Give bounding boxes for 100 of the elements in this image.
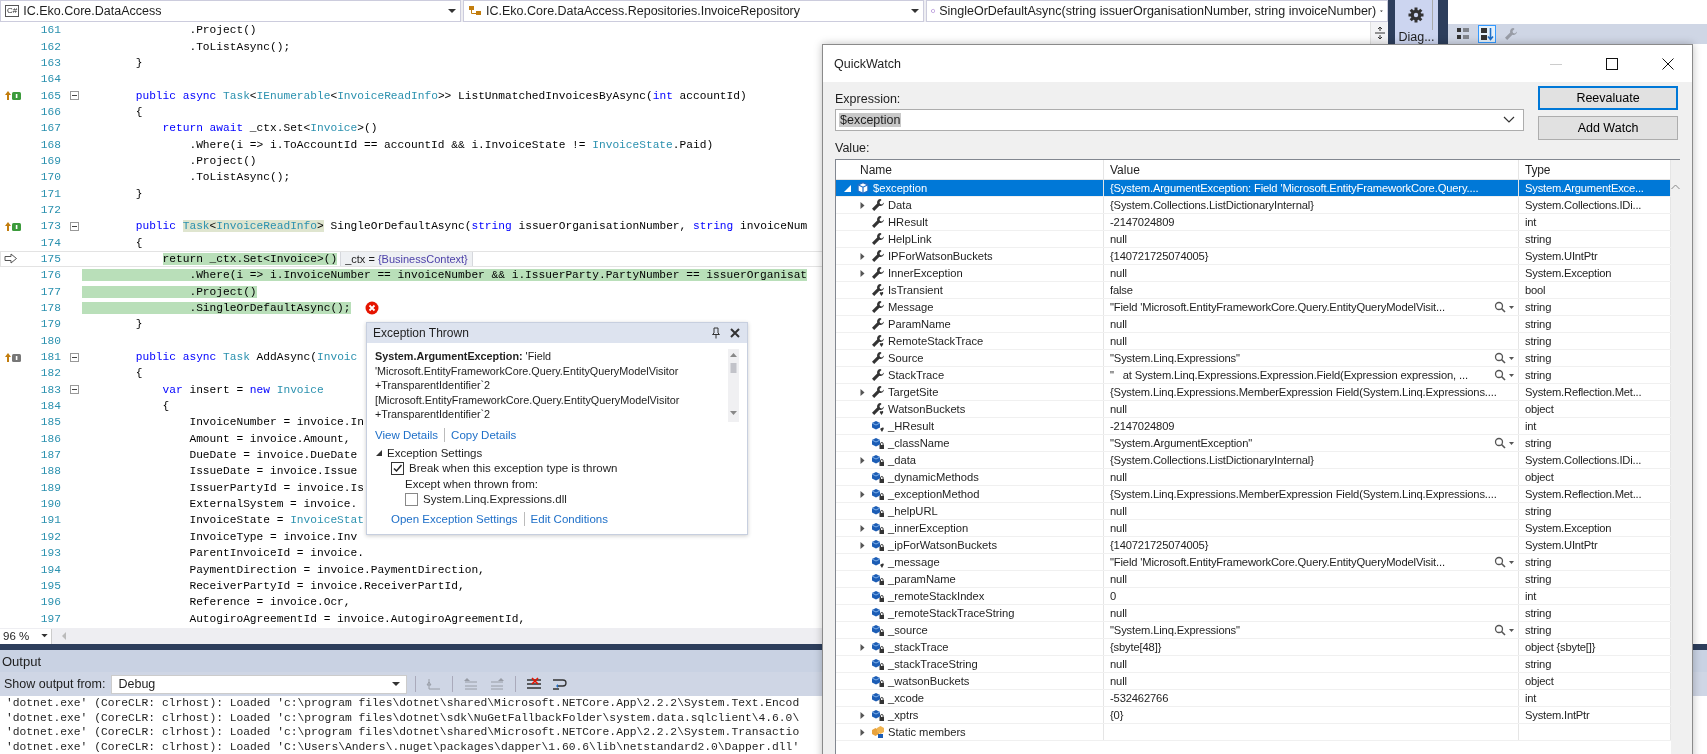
watch-row[interactable]: _exceptionMethod {System.Linq.Expressions.MemberExpression Field(System.Linq.Expressions.... System.Reflection.Met... [836,486,1671,503]
watch-type: object {sbyte[]} [1525,641,1596,653]
dialog-button[interactable]: Add Watch [1538,116,1678,140]
collapse-icon[interactable] [70,385,79,395]
watch-row[interactable]: _dynamicMethods null object [836,469,1671,486]
watch-row[interactable]: _ipForWatsonBuckets {140721725074005} System.UIntPtr [836,537,1671,554]
watch-value: null [1110,471,1128,483]
settings-link[interactable]: Open Exception Settings [391,512,518,525]
column-header[interactable]: Name [836,160,1104,179]
data-tip[interactable]: _ctx = {BusinessContext} [340,251,473,267]
collapse-icon[interactable] [70,221,79,231]
watch-row[interactable]: _remoteStackIndex 0 int [836,588,1671,605]
watch-row[interactable]: Message "Field 'Microsoft.EntityFrameworkCore.Query.EntityQueryModelVisit... string [836,299,1671,316]
collapse-icon[interactable] [70,91,79,101]
expand-icon[interactable] [858,523,867,533]
watch-row[interactable]: _paramName null string [836,571,1671,588]
member-dropdown[interactable]: SingleOrDefaultAsync(string issuerOrganisationNumber, string invoiceNumber) [926,0,1388,22]
watch-row[interactable]: RemoteStackTrace null string [836,333,1671,350]
column-header[interactable]: Value [1104,160,1519,179]
scrollbar[interactable] [1671,160,1680,754]
watch-value: {System.ArgumentException: Field 'Microsoft.EntityFrameworkCore.Query.... [1110,182,1480,194]
arrow-square-icon[interactable] [4,90,22,102]
watch-row[interactable]: _helpURL null string [836,503,1671,520]
maximize-icon[interactable] [1606,57,1618,70]
checkbox-label: System.Linq.Expressions.dll [423,493,567,505]
watch-name: HResult [888,216,928,228]
watch-row[interactable]: ParamName null string [836,316,1671,333]
line-number: 170 [39,171,62,184]
watch-row[interactable]: TargetSite {System.Linq.Expressions.MemberExpression Field(System.Linq.Expressions.... System.Reflection.Met... [836,384,1671,401]
watch-row[interactable]: StackTrace " at System.Linq.Expressions.Expression.Field(Expression expression, ... string [836,367,1671,384]
magnifier-icon[interactable] [1494,556,1516,568]
arrow-square-icon[interactable] [4,351,22,363]
watch-row[interactable]: _className "System.ArgumentException" string [836,435,1671,452]
watch-value: null [1110,573,1128,585]
magnifier-icon[interactable] [1494,352,1516,364]
expand-icon[interactable] [858,710,867,720]
watch-row[interactable]: _message "Field 'Microsoft.EntityFrameworkCore.Query.EntityQueryModelVisit... string [836,554,1671,571]
expanded-icon[interactable] [375,448,383,457]
watch-type: string [1525,505,1552,517]
checkbox[interactable] [405,492,418,506]
magnifier-icon[interactable] [1494,301,1516,313]
magnifier-icon[interactable] [1494,624,1516,636]
watch-row[interactable]: Static members [836,724,1671,741]
pin-icon[interactable] [711,327,721,339]
expand-icon[interactable] [858,489,867,499]
watch-row[interactable]: _HResult -2147024809 int [836,418,1671,435]
magnifier-icon[interactable] [1494,437,1516,449]
watch-row[interactable]: InnerException null System.Exception [836,265,1671,282]
watch-row[interactable]: _data {System.Collections.ListDictionaryInternal} System.Collections.IDi... [836,452,1671,469]
watch-row[interactable]: Source "System.Linq.Expressions" string [836,350,1671,367]
watch-row[interactable]: Data {System.Collections.ListDictionaryInternal} System.Collections.IDi... [836,197,1671,214]
watch-value: "Field 'Microsoft.EntityFrameworkCore.Query.EntityQueryModelVisit... [1110,556,1446,568]
settings-icon[interactable] [1408,7,1424,23]
expand-icon[interactable] [858,455,867,465]
watch-row[interactable]: _source "System.Linq.Expressions" string [836,622,1671,639]
zoom-dropdown[interactable]: 96 % [0,628,52,644]
watch-row[interactable]: WatsonBuckets null object [836,401,1671,418]
arrow-square-icon[interactable] [4,220,22,232]
watch-type: System.IntPtr [1525,709,1590,721]
watch-name: _helpURL [888,505,938,517]
watch-value: -2147024809 [1110,216,1176,228]
details-link[interactable]: Copy Details [451,428,517,441]
watch-row[interactable]: HResult -2147024809 int [836,214,1671,231]
project-dropdown[interactable]: C# IC.Eko.Core.DataAccess [0,0,461,22]
watch-type: System.Exception [1525,522,1612,534]
output-source-dropdown[interactable]: Debug [111,674,408,694]
watch-value: null [1110,233,1128,245]
split-icon[interactable] [1372,26,1387,40]
watch-row[interactable]: HelpLink null string [836,231,1671,248]
checkbox[interactable] [391,461,404,475]
expand-icon[interactable] [858,642,867,652]
watch-row[interactable]: _stackTraceString null string [836,656,1671,673]
expand-icon[interactable] [858,727,867,737]
close-icon[interactable] [729,327,741,339]
expand-icon[interactable] [858,200,867,210]
watch-row[interactable]: $exception {System.ArgumentException: Field 'Microsoft.EntityFrameworkCore.Query.... System.ArgumentExce... [836,180,1671,197]
watch-row[interactable]: IPForWatsonBuckets {140721725074005} System.UIntPtr [836,248,1671,265]
details-link[interactable]: View Details [375,428,439,441]
watch-row[interactable]: _remoteStackTraceString null string [836,605,1671,622]
collapse-icon[interactable] [70,352,79,362]
dialog-button[interactable]: Reevaluate [1538,86,1678,110]
watch-row[interactable]: _xptrs {0} System.IntPtr [836,707,1671,724]
sort-icon[interactable] [1478,25,1496,43]
expand-icon[interactable] [858,251,867,261]
watch-row[interactable]: _watsonBuckets null object [836,673,1671,690]
expand-icon[interactable] [858,387,867,397]
settings-link[interactable]: Edit Conditions [530,512,608,525]
watch-row[interactable]: IsTransient false bool [836,282,1671,299]
watch-row[interactable]: _stackTrace {sbyte[48]} object {sbyte[]} [836,639,1671,656]
close-icon[interactable] [1662,57,1674,70]
watch-row[interactable]: _innerException null System.Exception [836,520,1671,537]
output-line: 'dotnet.exe' (CoreCLR: clrhost): Loaded 'c:\program files\dotnet\shared\Microsoft.NETCore.App\2.2.2\System.Text.Encod [6,696,800,711]
chevron-icon[interactable] [1503,116,1515,124]
magnifier-icon[interactable] [1494,369,1516,381]
panel-tab[interactable]: Diag... [1398,30,1435,44]
expand-icon[interactable] [858,268,867,278]
expand-icon[interactable] [858,540,867,550]
type-dropdown[interactable]: IC.Eko.Core.DataAccess.Repositories.InvoiceRepository [463,0,924,22]
watch-row[interactable]: _xcode -532462766 int [836,690,1671,707]
expression-field[interactable]: $exception [835,109,1524,131]
